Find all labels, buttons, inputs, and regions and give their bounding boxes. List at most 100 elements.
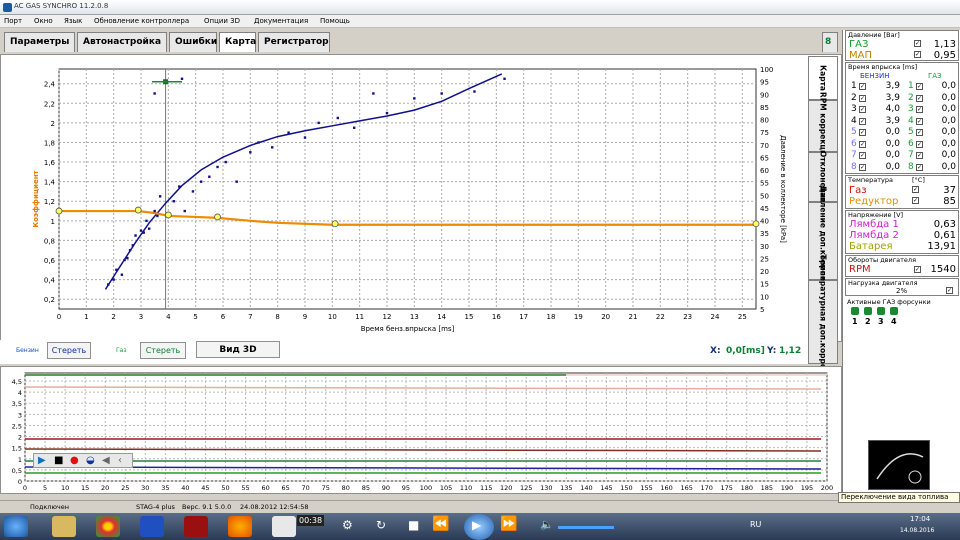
petrol-injector-checkbox[interactable]: ✓ <box>859 163 866 171</box>
view3d-button[interactable]: Вид 3D <box>196 341 280 358</box>
menu-docs[interactable]: Документация <box>254 17 308 25</box>
recorder-x-tick: 70 <box>302 484 310 492</box>
data-point <box>208 175 211 178</box>
word-icon[interactable] <box>140 516 164 537</box>
petrol-label: Бензин <box>16 347 39 354</box>
volume-icon[interactable]: 🔈 <box>540 518 554 531</box>
pin-button[interactable]: 8 <box>822 32 838 52</box>
tooltip: Переключение вида топлива <box>838 492 960 503</box>
petrol-injection-value: 3,9 <box>885 81 900 91</box>
gas-injector-checkbox[interactable]: ✓ <box>916 117 923 125</box>
petrol-injector-checkbox[interactable]: ✓ <box>859 152 866 159</box>
stop-icon[interactable]: ■ <box>54 455 63 466</box>
petrol-injector-checkbox[interactable]: ✓ <box>859 140 866 148</box>
map-chart[interactable]: 0 1 2 3 4 5 6 7 8 9 10 11 12 13 14 15 16 17 18 19 20 21 22 23 24… <box>1 55 809 341</box>
media-next-icon[interactable]: ⏩ <box>500 516 517 532</box>
recorder-x-tick: 15 <box>81 484 89 492</box>
map-label: МАП <box>849 50 872 61</box>
tab-map[interactable]: Карта <box>219 32 256 52</box>
load-heading: Нагрузка двигателя <box>848 279 918 287</box>
tab-errors[interactable]: Ошибки <box>169 32 217 52</box>
gas-injection-value: 0,0 <box>941 150 956 160</box>
media-prev-icon[interactable]: ⏪ <box>432 516 449 532</box>
menu-options3d[interactable]: Опции 3D <box>204 17 240 25</box>
recorder-chart-area[interactable]: 4,5 4 3,5 3 2,5 2 1,5 1 0,5 0 0 5 10 15 20 25 30 35 40 45 50… <box>0 366 842 494</box>
app-icon-red[interactable] <box>184 516 208 537</box>
tab-parameters[interactable]: Параметры <box>4 32 75 52</box>
menu-port[interactable]: Порт <box>4 17 22 25</box>
gas-injector-checkbox[interactable]: ✓ <box>916 83 923 90</box>
gas-pressure-checkbox[interactable]: ✓ <box>914 40 921 47</box>
injector-active-number: 2 <box>865 317 871 326</box>
data-point <box>191 190 195 193</box>
media-stop-icon[interactable]: ■ <box>408 518 419 532</box>
petrol-injector-checkbox[interactable]: ✓ <box>859 83 866 90</box>
injector-number: 6 <box>851 138 857 149</box>
play-icon[interactable]: ▶ <box>38 455 46 466</box>
data-point <box>353 126 356 129</box>
fuel-switch-button[interactable] <box>868 440 930 490</box>
record-icon[interactable]: ● <box>70 455 79 466</box>
recorder-x-tick: 60 <box>261 484 269 492</box>
rpm-checkbox[interactable]: ✓ <box>914 266 921 273</box>
y-tick-label: 0,6 <box>44 257 56 265</box>
gas-injector-checkbox[interactable]: ✓ <box>916 106 923 113</box>
volume-slider[interactable] <box>558 526 614 529</box>
petrol-injector-checkbox[interactable]: ✓ <box>859 94 866 102</box>
recorder-x-tick: 30 <box>141 484 149 492</box>
media-repeat-icon[interactable]: ↻ <box>376 518 386 532</box>
recorder-x-tick: 155 <box>640 484 652 492</box>
map-checkbox[interactable]: ✓ <box>914 51 921 58</box>
data-point <box>153 209 156 213</box>
menu-language[interactable]: Язык <box>64 17 82 25</box>
recorder-chart[interactable]: 4,5 4 3,5 3 2,5 2 1,5 1 0,5 00 5 10 15 20 25 30 35 40 45 50… <box>1 367 841 493</box>
media-settings-icon[interactable]: ⚙ <box>342 518 353 532</box>
data-point <box>112 278 115 281</box>
start-icon[interactable] <box>4 516 28 537</box>
gas-pressure-label: ГАЗ <box>849 39 869 50</box>
data-point <box>158 195 162 198</box>
gas-injector-checkbox[interactable]: ✓ <box>916 140 923 148</box>
data-point <box>178 185 181 188</box>
control-bar: Бензин Стереть Газ Стереть Вид 3D X: 0,0… <box>0 340 808 364</box>
tab-autotune[interactable]: Автонастройка <box>77 32 167 52</box>
menu-window[interactable]: Окно <box>34 17 53 25</box>
gas-temp-checkbox[interactable]: ✓ <box>912 186 919 193</box>
load-checkbox[interactable]: ✓ <box>946 287 953 294</box>
recorder-y-tick: 1,5 <box>12 445 22 453</box>
reducer-temp-checkbox[interactable]: ✓ <box>912 197 919 204</box>
petrol-injector-checkbox[interactable]: ✓ <box>859 117 866 125</box>
tab-recorder[interactable]: Регистратор <box>258 32 330 52</box>
menu-help[interactable]: Помощь <box>320 17 350 25</box>
load-section: Нагрузка двигателя 2% ✓ <box>845 278 959 296</box>
ac-gas-icon[interactable] <box>272 516 296 537</box>
petrol-injector-checkbox[interactable]: ✓ <box>859 129 866 136</box>
gas-injector-checkbox[interactable]: ✓ <box>916 94 923 102</box>
back-icon[interactable]: ‹ <box>118 455 122 466</box>
fuel-gauge-icon <box>876 453 924 484</box>
language-indicator[interactable]: RU <box>750 520 761 529</box>
firefox-icon[interactable] <box>228 516 252 537</box>
y2-tick-label: 10 <box>760 293 769 301</box>
chrome-icon[interactable] <box>96 516 120 537</box>
gas-injection-value: 0,0 <box>941 138 956 149</box>
clear-gas-button[interactable]: Стереть <box>140 342 186 359</box>
side-tab-temperature[interactable]: Температурная доп.коррекция <box>808 254 838 390</box>
x-label: X: <box>710 346 721 356</box>
petrol-injector-checkbox[interactable]: ✓ <box>859 106 866 113</box>
clear-petrol-button[interactable]: Стереть <box>47 342 91 359</box>
y2-tick-label: 100 <box>760 66 773 74</box>
recorder-y-tick: 4,5 <box>12 378 22 386</box>
injection-time-section: Время впрыска [ms] БЕНЗИН ГАЗ 1 ✓ 3,9 1 … <box>845 62 959 174</box>
gas-injector-checkbox[interactable]: ✓ <box>916 129 923 136</box>
menu-update[interactable]: Обновление контроллера <box>94 17 189 25</box>
data-point <box>271 146 274 149</box>
gas-injector-checkbox[interactable]: ✓ <box>916 163 923 171</box>
folder-icon[interactable] <box>52 516 76 537</box>
side-tab-rpm[interactable]: RPM коррекция <box>808 92 838 160</box>
gas-injector-checkbox[interactable]: ✓ <box>916 152 923 159</box>
map-chart-area[interactable]: 0 1 2 3 4 5 6 7 8 9 10 11 12 13 14 15 16 17 18 19 20 21 22 23 24… <box>0 54 842 342</box>
data-point <box>224 160 227 164</box>
rewind-icon[interactable]: ◀ <box>102 455 110 466</box>
save-icon[interactable]: ◒ <box>86 455 95 466</box>
